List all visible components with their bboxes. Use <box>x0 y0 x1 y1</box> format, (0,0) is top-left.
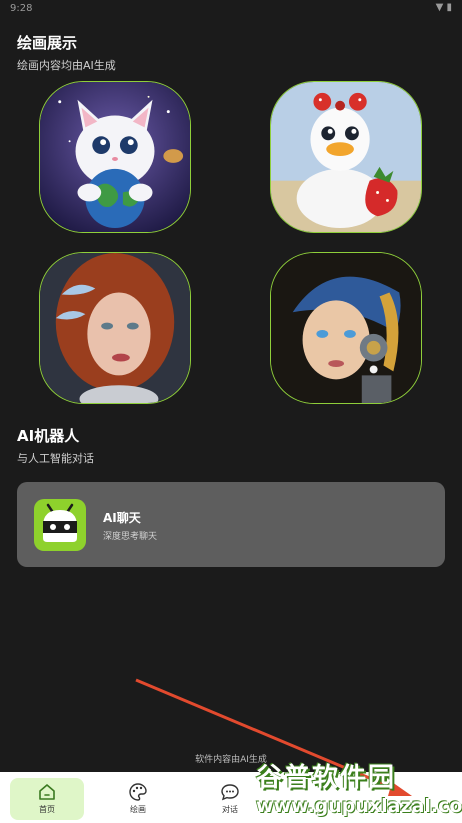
ai-chat-subtitle: 深度思考聊天 <box>103 532 158 542</box>
ai-chat-title: AI聊天 <box>103 511 141 525</box>
watermark: 谷普软件园 www.gupuxlazal.com <box>250 757 462 823</box>
robot-section-subtitle: 与人工智能对话 <box>17 452 94 465</box>
nav-item-home[interactable]: 首页 <box>10 778 84 820</box>
palette-icon <box>129 783 147 801</box>
home-icon <box>39 784 55 800</box>
art-image-robot-girl[interactable] <box>270 252 422 404</box>
status-time: 9:28 <box>10 3 33 14</box>
android-robot-icon <box>34 499 86 551</box>
gallery-section-title: 绘画展示 <box>17 34 78 52</box>
art-image-duck-strawberry[interactable] <box>270 81 422 233</box>
status-bar: 9:28 ▼ ▮ <box>0 0 462 18</box>
chat-bubble-icon <box>221 784 239 801</box>
robot-section-title: AI机器人 <box>17 427 80 445</box>
gallery-section-subtitle: 绘画内容均由AI生成 <box>17 59 116 72</box>
art-image-cat-earth[interactable] <box>39 81 191 233</box>
ai-chat-card[interactable]: AI聊天 深度思考聊天 <box>17 482 445 567</box>
nav-label-home: 首页 <box>39 805 55 814</box>
watermark-url: www.gupuxlazal.com <box>256 795 462 817</box>
nav-item-painting[interactable]: 绘画 <box>101 778 175 820</box>
status-icons: ▼ ▮ <box>435 2 452 13</box>
watermark-name: 谷普软件园 <box>256 763 397 793</box>
nav-label-painting: 绘画 <box>130 805 146 814</box>
art-image-redhead-woman[interactable] <box>39 252 191 404</box>
